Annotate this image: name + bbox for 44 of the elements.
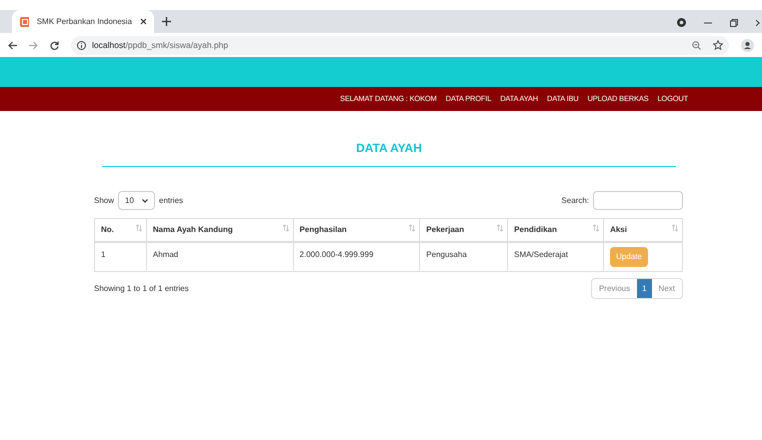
table-cell: 2.000.000-4.999.999: [293, 242, 420, 272]
profile-avatar-icon[interactable]: [741, 38, 754, 52]
entries-select[interactable]: 10: [118, 191, 156, 210]
table-info: Showing 1 to 1 of 1 entries: [94, 282, 189, 294]
show-label: Show: [94, 194, 114, 206]
table-cell: SMA/Sederajat: [508, 242, 604, 272]
sort-icon: [136, 224, 142, 232]
search-label: Search:: [561, 194, 589, 206]
extension-icon[interactable]: [677, 18, 686, 27]
site-favicon-icon: [20, 16, 29, 26]
sort-icon: [497, 224, 504, 232]
reload-icon[interactable]: [50, 40, 59, 50]
back-icon[interactable]: [8, 40, 17, 50]
table-cell: Ahmad: [146, 242, 294, 272]
table-cell: Pengusaha: [420, 242, 508, 272]
column-header[interactable]: Nama Ayah Kandung: [146, 218, 294, 242]
info-icon: [77, 40, 86, 50]
page-title: DATA AYAH: [356, 140, 422, 157]
pagination-link[interactable]: 1: [637, 279, 652, 298]
new-tab-icon[interactable]: [162, 17, 171, 26]
sort-icon: [672, 224, 678, 232]
entries-label: entries: [159, 194, 184, 206]
column-header[interactable]: Pendidikan: [508, 218, 604, 242]
chevron-down-icon: [142, 198, 148, 202]
pagination-link[interactable]: Next: [652, 279, 682, 298]
column-header[interactable]: No.: [94, 218, 146, 242]
restore-icon[interactable]: [730, 18, 738, 26]
column-header[interactable]: Penghasilan: [293, 218, 420, 242]
star-icon[interactable]: [713, 40, 723, 50]
sort-icon: [282, 224, 289, 232]
sort-icon: [409, 224, 416, 232]
close-icon[interactable]: [140, 18, 146, 25]
browser-tab[interactable]: SMK Perbankan Indonesia: [12, 10, 154, 33]
url-text: localhost/ppdb_smk/siswa/ayah.php: [92, 38, 230, 52]
table-cell: 1: [94, 242, 146, 272]
column-header[interactable]: Aksi: [604, 218, 682, 242]
search-field[interactable]: [593, 191, 683, 210]
column-header[interactable]: Pekerjaan: [420, 218, 508, 242]
pagination-link[interactable]: Previous: [592, 279, 638, 298]
close-window-icon[interactable]: [756, 18, 760, 26]
sort-icon: [593, 224, 600, 232]
address-bar[interactable]: localhost/ppdb_smk/siswa/ayah.php: [71, 36, 729, 54]
zoom-icon[interactable]: [692, 40, 701, 50]
tab-title: SMK Perbankan Indonesia: [36, 16, 132, 28]
